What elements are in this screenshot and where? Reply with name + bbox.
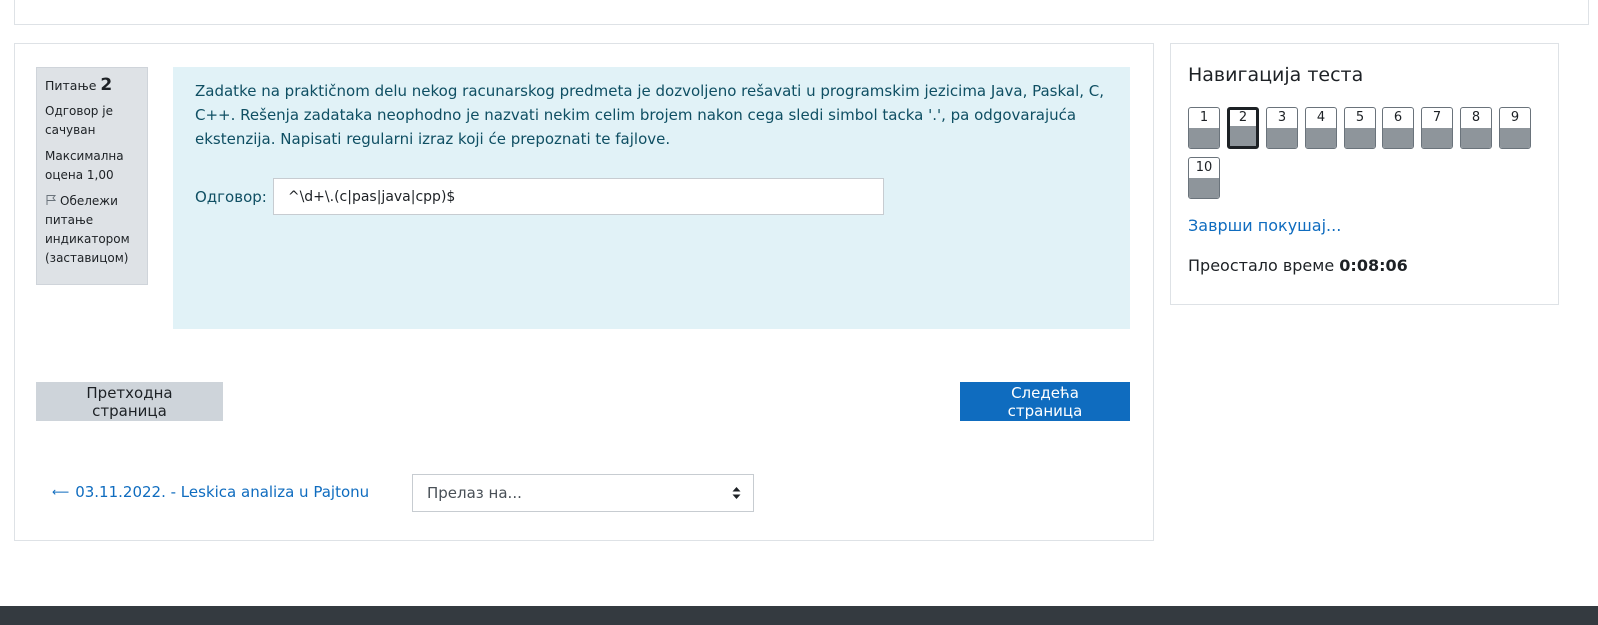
page-footer: [0, 606, 1598, 625]
jump-to-selected: Прелаз на...: [427, 484, 522, 502]
question-info-panel: Питање 2 Одговор је сачуван Максимална о…: [36, 67, 148, 285]
quiz-nav-question-4[interactable]: 4: [1305, 107, 1337, 149]
question-number: Питање 2: [45, 75, 113, 95]
flag-icon: [46, 195, 57, 205]
previous-page-button[interactable]: Претходна страница: [36, 382, 223, 421]
flag-question-toggle[interactable]: Обележи питање индикатором (заставицом): [45, 192, 139, 268]
question-grade: Максимална оцена 1,00: [45, 149, 124, 182]
answer-label: Одговор:: [195, 187, 267, 206]
quiz-nav-question-9[interactable]: 9: [1499, 107, 1531, 149]
quiz-nav-question-8[interactable]: 8: [1460, 107, 1492, 149]
quiz-nav-question-1[interactable]: 1: [1188, 107, 1220, 149]
quiz-nav-question-10[interactable]: 10: [1188, 157, 1220, 199]
quiz-nav-question-5[interactable]: 5: [1344, 107, 1376, 149]
select-arrows-icon: [732, 487, 741, 499]
arrow-left-icon: ⟵: [52, 485, 70, 499]
finish-attempt-link[interactable]: Заврши покушај...: [1188, 216, 1341, 235]
jump-to-select[interactable]: Прелаз на...: [412, 474, 754, 512]
quiz-nav-question-2[interactable]: 2: [1227, 107, 1259, 149]
next-page-button[interactable]: Следећа страница: [960, 382, 1130, 421]
quiz-nav-question-7[interactable]: 7: [1421, 107, 1453, 149]
quiz-nav-question-3[interactable]: 3: [1266, 107, 1298, 149]
previous-activity-link[interactable]: ⟵ 03.11.2022. - Leskica analiza u Pajtonu: [52, 483, 369, 501]
time-remaining: Преостало време 0:08:06: [1188, 256, 1408, 275]
previous-question-card: [14, 0, 1589, 25]
answer-input[interactable]: [272, 178, 884, 215]
answer-row: Одговор:: [195, 178, 884, 215]
question-state: Одговор је сачуван: [45, 104, 113, 137]
question-text: Zadatke na praktičnom delu nekog racunar…: [195, 82, 1105, 148]
quiz-navigation-title: Навигација теста: [1188, 64, 1364, 86]
quiz-nav-question-6[interactable]: 6: [1382, 107, 1414, 149]
time-remaining-value: 0:08:06: [1339, 256, 1408, 275]
question-content: Zadatke na praktičnom delu nekog racunar…: [173, 67, 1130, 329]
quiz-navigation-panel: Навигација теста 1 2 3 4 5 6 7 8 9 10 За…: [1170, 43, 1559, 305]
